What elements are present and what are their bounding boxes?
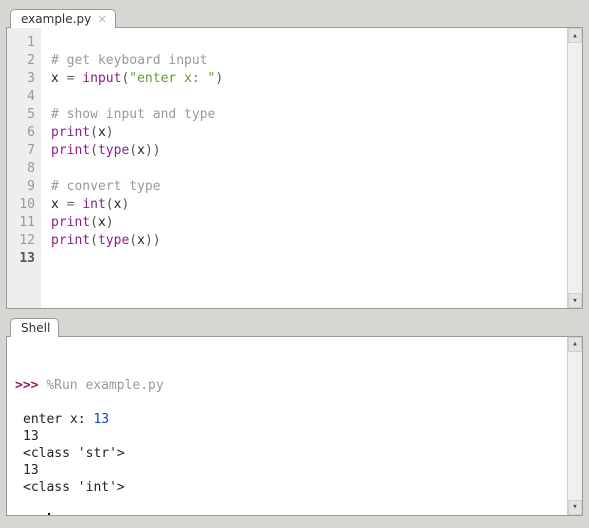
scroll-down-icon[interactable]: ▾ xyxy=(568,293,582,308)
line-number: 12 xyxy=(11,232,35,250)
token-paren: ) xyxy=(145,143,153,158)
shell-tab-row: Shell xyxy=(6,315,583,337)
scroll-up-icon[interactable]: ▴ xyxy=(568,337,582,352)
token-builtin: print xyxy=(51,233,90,248)
line-number: 1 xyxy=(11,34,35,52)
token-paren: ) xyxy=(106,215,114,230)
shell-blank-line xyxy=(15,496,574,513)
token-builtin: type xyxy=(98,233,129,248)
shell-blank-line xyxy=(15,394,574,411)
code-line[interactable] xyxy=(51,250,576,268)
shell-output-line: 13 xyxy=(15,462,574,479)
token-paren: ) xyxy=(215,71,223,86)
token-ident: x xyxy=(51,71,67,86)
shell-area[interactable]: >>> %Run example.py enter x: 1313<class … xyxy=(7,337,582,515)
shell-frame: >>> %Run example.py enter x: 1313<class … xyxy=(6,336,583,516)
token-paren: ( xyxy=(129,143,137,158)
token-op: = xyxy=(67,71,83,86)
token-comment: # show input and type xyxy=(51,107,215,122)
token-paren: ( xyxy=(90,233,98,248)
user-input-value: 13 xyxy=(93,412,109,427)
shell-scrollbar[interactable]: ▴ ▾ xyxy=(567,337,582,515)
code-line[interactable]: x = int(x) xyxy=(51,196,576,214)
shell-output-line: <class 'int'> xyxy=(15,479,574,496)
code-line[interactable]: print(type(x)) xyxy=(51,232,576,250)
code-line[interactable] xyxy=(51,34,576,52)
token-ident: x xyxy=(98,215,106,230)
code-line[interactable] xyxy=(51,88,576,106)
token-paren: ) xyxy=(106,125,114,140)
token-builtin: type xyxy=(98,143,129,158)
token-builtin: input xyxy=(82,71,121,86)
token-op: = xyxy=(67,197,83,212)
code-line[interactable]: x = input("enter x: ") xyxy=(51,70,576,88)
line-number: 9 xyxy=(11,178,35,196)
run-command: %Run example.py xyxy=(46,378,163,393)
code-line[interactable]: print(type(x)) xyxy=(51,142,576,160)
cursor xyxy=(48,513,50,515)
line-number: 4 xyxy=(11,88,35,106)
shell-tab-label: Shell xyxy=(21,321,50,335)
token-paren: ( xyxy=(90,215,98,230)
token-string: "enter x: " xyxy=(129,71,215,86)
code-area[interactable]: # get keyboard inputx = input("enter x: … xyxy=(41,28,582,308)
token-ident: x xyxy=(51,197,67,212)
editor-body[interactable]: 12345678910111213 # get keyboard inputx … xyxy=(7,28,582,308)
line-number: 13 xyxy=(11,250,35,268)
editor-tab-row: example.py × xyxy=(6,6,583,28)
token-builtin: print xyxy=(51,125,90,140)
token-paren: ( xyxy=(90,143,98,158)
line-number: 11 xyxy=(11,214,35,232)
line-number: 8 xyxy=(11,160,35,178)
line-number: 10 xyxy=(11,196,35,214)
token-comment: # convert type xyxy=(51,179,161,194)
prompt-marker: >>> xyxy=(15,514,46,515)
token-paren: ) xyxy=(145,233,153,248)
editor-frame: 12345678910111213 # get keyboard inputx … xyxy=(6,27,583,309)
shell-panel: Shell >>> %Run example.py enter x: 1313<… xyxy=(0,313,589,520)
shell-prompt-line: >>> xyxy=(15,513,574,515)
scroll-up-icon[interactable]: ▴ xyxy=(568,28,582,43)
code-line[interactable]: # show input and type xyxy=(51,106,576,124)
line-number: 2 xyxy=(11,52,35,70)
editor-tab-label: example.py xyxy=(21,12,91,26)
token-paren: ( xyxy=(106,197,114,212)
token-builtin: print xyxy=(51,215,90,230)
line-number: 3 xyxy=(11,70,35,88)
token-ident: x xyxy=(137,143,145,158)
code-line[interactable]: # get keyboard input xyxy=(51,52,576,70)
code-line[interactable]: print(x) xyxy=(51,214,576,232)
shell-output-line: <class 'str'> xyxy=(15,445,574,462)
line-number: 6 xyxy=(11,124,35,142)
close-icon[interactable]: × xyxy=(97,13,107,25)
code-line[interactable]: print(x) xyxy=(51,124,576,142)
editor-scrollbar[interactable]: ▴ ▾ xyxy=(567,28,582,308)
token-builtin: print xyxy=(51,143,90,158)
token-paren: ) xyxy=(153,233,161,248)
scroll-down-icon[interactable]: ▾ xyxy=(568,500,582,515)
editor-tab[interactable]: example.py × xyxy=(10,9,116,28)
token-builtin: int xyxy=(82,197,105,212)
shell-input-line: enter x: 13 xyxy=(15,411,574,428)
token-paren: ) xyxy=(121,197,129,212)
prompt-marker: >>> xyxy=(15,378,46,393)
token-paren: ( xyxy=(129,233,137,248)
token-ident: x xyxy=(137,233,145,248)
token-ident: x xyxy=(98,125,106,140)
shell-tab[interactable]: Shell xyxy=(10,318,59,337)
line-number: 5 xyxy=(11,106,35,124)
shell-output-line: 13 xyxy=(15,428,574,445)
token-paren: ( xyxy=(90,125,98,140)
line-number: 7 xyxy=(11,142,35,160)
input-prompt-text: enter x: xyxy=(23,412,93,427)
token-comment: # get keyboard input xyxy=(51,53,208,68)
shell-prompt-line: >>> %Run example.py xyxy=(15,377,574,394)
token-paren: ) xyxy=(153,143,161,158)
editor-panel: example.py × 12345678910111213 # get key… xyxy=(0,0,589,313)
code-line[interactable]: # convert type xyxy=(51,178,576,196)
line-number-gutter: 12345678910111213 xyxy=(7,28,41,308)
code-line[interactable] xyxy=(51,160,576,178)
